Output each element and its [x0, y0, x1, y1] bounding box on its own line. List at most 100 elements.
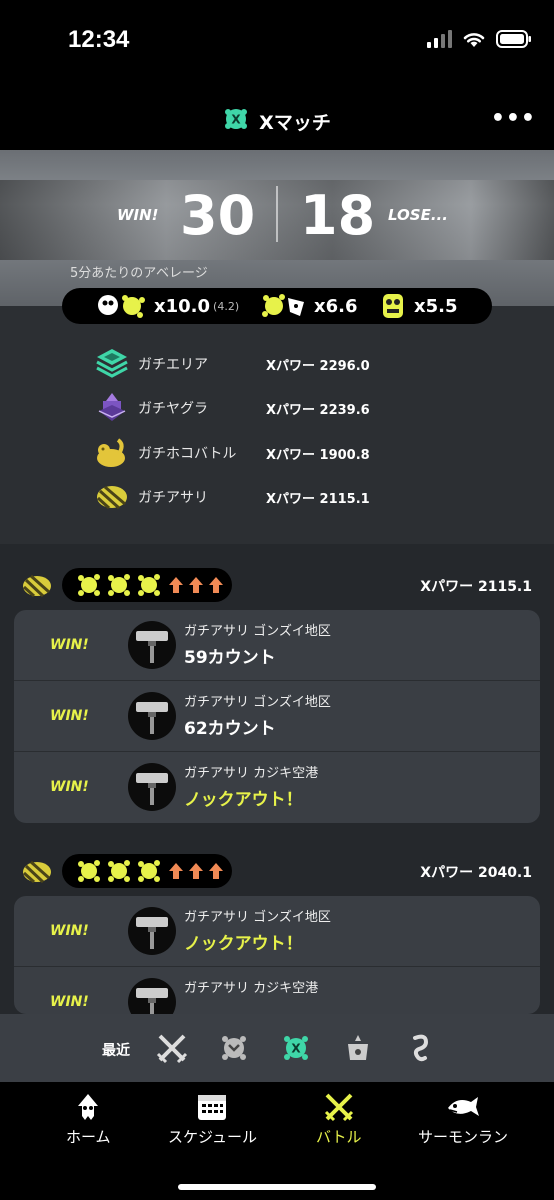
roller-weapon-icon: [128, 692, 176, 740]
tab-home[interactable]: ホーム: [66, 1092, 111, 1147]
score-divider: [276, 186, 278, 242]
roller-weapon-icon: [128, 907, 176, 955]
mode-row-splat-zones: ガチエリア Xパワー 2296.0: [94, 346, 370, 382]
status-icons: [427, 30, 532, 48]
x-battle-icon: X: [223, 106, 249, 136]
specials-stat: x5.5: [378, 291, 458, 321]
regular-battle-filter-icon[interactable]: [154, 1030, 190, 1066]
set-header: Xパワー 2115.1: [0, 566, 554, 606]
tab-label: スケジュール: [168, 1128, 257, 1146]
win-splat-icons: [78, 860, 160, 882]
match-row[interactable]: WIN! ガチアサリ ゴンズイ地区 ノックアウト！: [14, 896, 540, 967]
more-options-button[interactable]: •••: [491, 106, 536, 131]
match-result: WIN!: [50, 779, 89, 795]
tab-label: ホーム: [66, 1128, 111, 1146]
clam-blitz-icon: [22, 860, 51, 884]
bottom-tab-bar: ホーム スケジュール バトル サーモンラン: [0, 1082, 554, 1200]
svg-text:X: X: [291, 1042, 301, 1056]
tab-schedule[interactable]: スケジュール: [168, 1092, 257, 1147]
mode-power: Xパワー 2239.6: [266, 402, 370, 418]
set-x-power: Xパワー 2115.1: [420, 579, 532, 595]
win-splat-icons: [78, 574, 160, 596]
match-result: WIN!: [50, 708, 89, 724]
mode-name: ガチエリア: [138, 357, 208, 373]
special-icon: [383, 294, 403, 318]
match-stage: ガチアサリ カジキ空港: [184, 981, 319, 996]
match-stage: ガチアサリ ゴンズイ地区: [184, 624, 331, 639]
battle-icon: [324, 1093, 353, 1122]
set-result-pill: [62, 568, 232, 602]
status-bar: 12:34: [0, 0, 554, 92]
page-title: X Xマッチ: [0, 106, 554, 136]
tab-battle[interactable]: バトル: [316, 1092, 361, 1147]
squid-icon: [78, 1094, 99, 1120]
win-count: 30: [180, 184, 256, 247]
clam-blitz-icon: [22, 574, 51, 598]
match-row[interactable]: WIN! ガチアサリ カジキ空港 ノックアウト！: [14, 752, 540, 823]
calendar-icon: [198, 1095, 227, 1120]
average-stats: x10.0 (4.2) x6.6 x5.5: [62, 288, 492, 324]
match-result: WIN!: [50, 637, 89, 653]
wifi-icon: [462, 30, 486, 48]
splat-zones-icon: [94, 346, 130, 382]
app-header: X Xマッチ •••: [0, 92, 554, 150]
mode-power: Xパワー 1900.8: [266, 447, 370, 463]
mode-name: ガチヤグラ: [138, 401, 208, 417]
match-stage: ガチアサリ カジキ空港: [184, 766, 319, 781]
match-row[interactable]: WIN! ガチアサリ カジキ空港: [14, 967, 540, 1014]
challenge-filter-icon[interactable]: [340, 1030, 376, 1066]
home-indicator[interactable]: [178, 1184, 376, 1190]
set-card: WIN! ガチアサリ ゴンズイ地区 59カウント WIN! ガチアサリ ゴンズイ…: [14, 610, 540, 823]
score-banner: WIN! 30 18 LOSE... 5分あたりのアベレージ: [0, 150, 554, 306]
lose-count: 18: [300, 184, 376, 247]
match-row[interactable]: WIN! ガチアサリ ゴンズイ地区 62カウント: [14, 681, 540, 752]
rank-up-arrows-icon: [169, 577, 223, 593]
tower-control-icon: [94, 390, 130, 426]
rainmaker-icon: [94, 435, 130, 471]
kills-stat: x10.0 (4.2): [96, 292, 239, 320]
match-detail: ノックアウト！: [184, 934, 303, 954]
death-icon: [262, 294, 304, 317]
set-result-pill: [62, 854, 232, 888]
match-row[interactable]: WIN! ガチアサリ ゴンズイ地区 59カウント: [14, 610, 540, 681]
mode-power: Xパワー 2296.0: [266, 358, 370, 374]
anarchy-battle-filter-icon[interactable]: [216, 1030, 252, 1066]
mode-row-clam-blitz: ガチアサリ Xパワー 2115.1: [94, 479, 370, 515]
svg-text:X: X: [232, 113, 242, 127]
match-result: WIN!: [50, 923, 89, 939]
tab-label: バトル: [316, 1128, 362, 1146]
kill-icon: [98, 295, 145, 318]
match-stage: ガチアサリ ゴンズイ地区: [184, 910, 331, 925]
clock: 12:34: [68, 26, 130, 53]
lose-label: LOSE...: [388, 206, 448, 224]
mode-name: ガチホコバトル: [138, 446, 237, 462]
roller-weapon-icon: [128, 978, 176, 1014]
match-detail: 59カウント: [184, 648, 276, 668]
set-card: WIN! ガチアサリ ゴンズイ地区 ノックアウト！ WIN! ガチアサリ カジキ…: [14, 896, 540, 1014]
signal-icon: [427, 30, 452, 48]
mode-name: ガチアサリ: [138, 490, 208, 506]
match-stage: ガチアサリ ゴンズイ地区: [184, 695, 331, 710]
tab-salmon-run[interactable]: サーモンラン: [418, 1092, 508, 1147]
private-battle-filter-icon[interactable]: [402, 1030, 438, 1066]
deaths-stat: x6.6: [260, 292, 358, 320]
deaths-value: x6.6: [314, 295, 358, 317]
x-battle-filter-icon[interactable]: X: [278, 1030, 314, 1066]
tab-label: サーモンラン: [418, 1128, 509, 1146]
mode-row-tower-control: ガチヤグラ Xパワー 2239.6: [94, 390, 370, 426]
recent-filter-bar: 最近 X: [0, 1014, 554, 1082]
kills-value: x10.0: [154, 295, 211, 317]
page-title-text: Xマッチ: [259, 111, 331, 134]
match-result: WIN!: [50, 994, 89, 1010]
mode-power-list: ガチエリア Xパワー 2296.0 ガチヤグラ Xパワー 2239.6 ガチホコ…: [0, 306, 554, 544]
match-detail: ノックアウト！: [184, 790, 303, 810]
recent-label: 最近: [102, 1043, 130, 1059]
clam-blitz-icon: [94, 479, 130, 515]
set-x-power: Xパワー 2040.1: [420, 865, 532, 881]
average-label: 5分あたりのアベレージ: [70, 266, 208, 281]
salmon-icon: [448, 1097, 479, 1116]
win-label: WIN!: [117, 206, 159, 224]
mode-row-rainmaker: ガチホコバトル Xパワー 1900.8: [94, 435, 370, 471]
battle-history[interactable]: Xパワー 2115.1 WIN! ガチアサリ ゴンズイ地区 59カウント WIN…: [0, 544, 554, 1014]
roller-weapon-icon: [128, 763, 176, 811]
